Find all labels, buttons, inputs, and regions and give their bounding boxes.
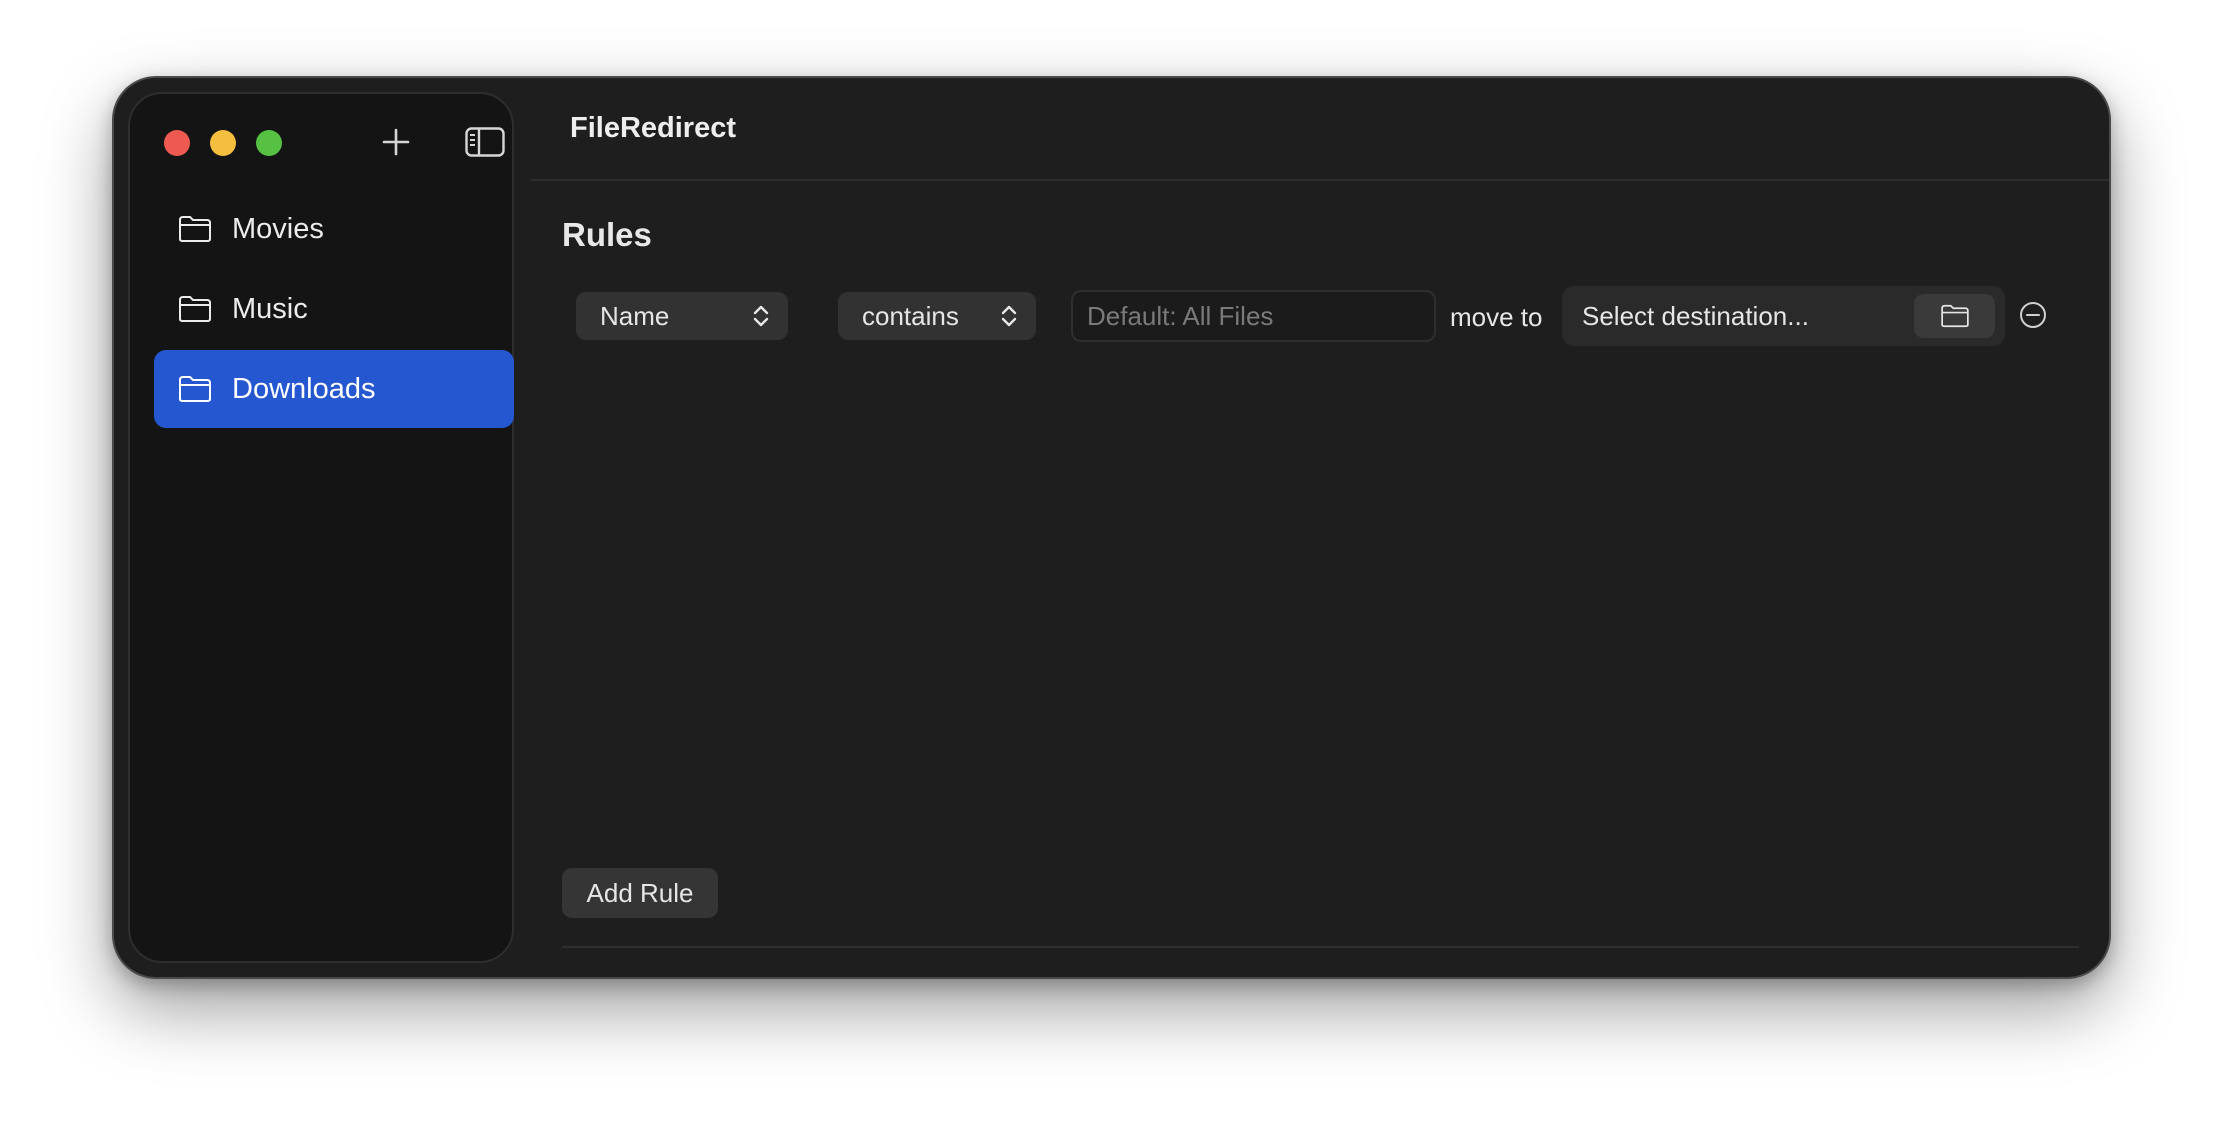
minimize-window-button[interactable] bbox=[210, 130, 236, 156]
plus-icon bbox=[382, 128, 410, 156]
move-to-label: move to bbox=[1450, 302, 1543, 332]
sidebar-item-label: Music bbox=[232, 292, 308, 325]
sidebar-item-downloads[interactable]: Downloads bbox=[154, 350, 514, 428]
attribute-value: Name bbox=[600, 300, 670, 331]
window-title: FileRedirect bbox=[570, 112, 736, 144]
up-down-chevron-icon bbox=[753, 305, 769, 327]
sidebar-toggle-button[interactable] bbox=[464, 124, 506, 160]
destination-placeholder: Select destination... bbox=[1582, 301, 1809, 331]
folder-icon bbox=[179, 216, 211, 242]
sidebar-item-movies[interactable]: Movies bbox=[154, 190, 514, 268]
toolbar-divider bbox=[530, 179, 2109, 181]
sidebar-item-label: Movies bbox=[232, 212, 324, 245]
match-value-input[interactable] bbox=[1071, 290, 1436, 342]
folder-icon bbox=[179, 296, 211, 322]
folder-list: Movies Music Downloads bbox=[154, 190, 514, 430]
bottom-divider bbox=[562, 946, 2079, 948]
folder-icon bbox=[1940, 304, 1969, 328]
remove-rule-button[interactable] bbox=[2018, 300, 2048, 330]
zoom-window-button[interactable] bbox=[256, 130, 282, 156]
app-window: Movies Music Downloads FileRedirect Rule… bbox=[112, 76, 2111, 979]
rules-heading: Rules bbox=[562, 216, 652, 253]
sidebar: Movies Music Downloads bbox=[128, 92, 514, 963]
add-folder-button[interactable] bbox=[378, 124, 414, 160]
up-down-chevron-icon bbox=[1001, 305, 1017, 327]
add-rule-button[interactable]: Add Rule bbox=[562, 868, 718, 918]
folder-icon bbox=[179, 376, 211, 402]
condition-value: contains bbox=[862, 300, 959, 331]
browse-destination-button[interactable] bbox=[1914, 294, 1995, 338]
sidebar-icon bbox=[465, 127, 505, 157]
minus-circle-icon bbox=[2020, 302, 2046, 328]
condition-popup[interactable]: contains bbox=[838, 292, 1036, 340]
sidebar-item-label: Downloads bbox=[232, 372, 376, 405]
attribute-popup[interactable]: Name bbox=[576, 292, 788, 340]
close-window-button[interactable] bbox=[164, 130, 190, 156]
sidebar-item-music[interactable]: Music bbox=[154, 270, 514, 348]
destination-field[interactable]: Select destination... bbox=[1562, 286, 2005, 346]
